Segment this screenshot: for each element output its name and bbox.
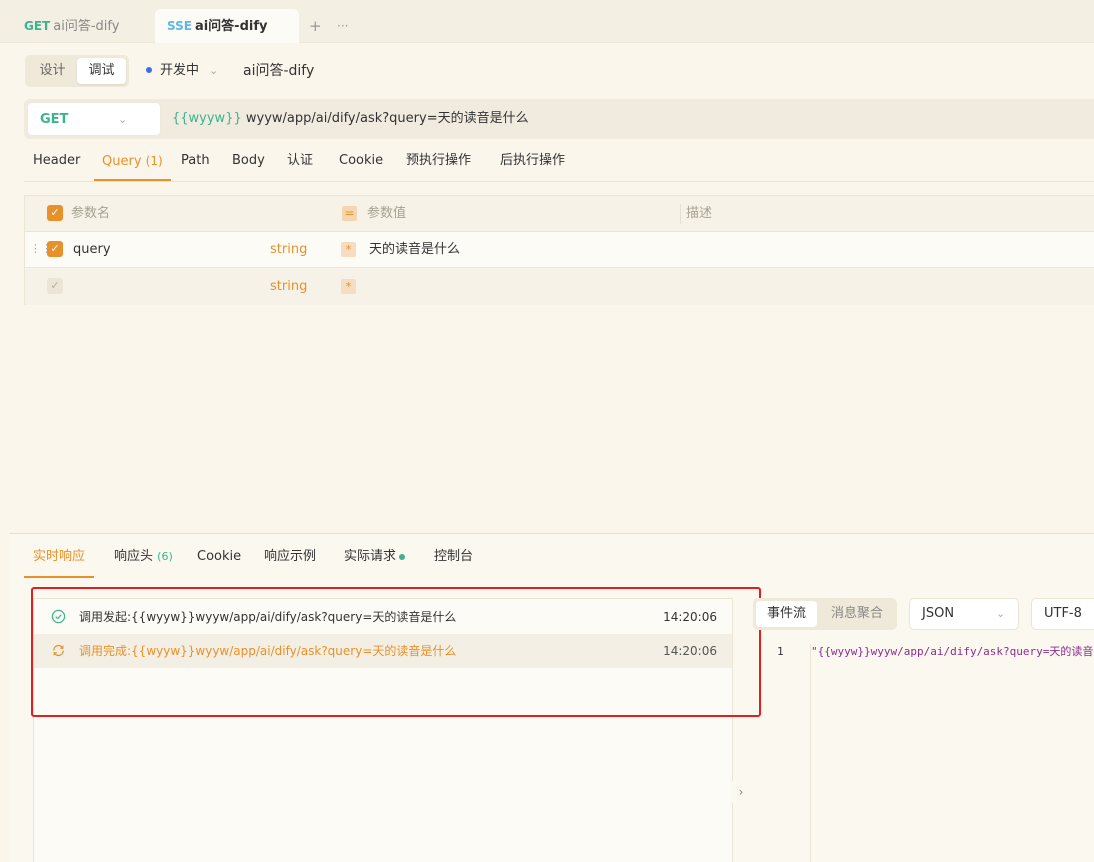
encoding-label: UTF-8	[1044, 606, 1082, 621]
tab-auth[interactable]: 认证	[287, 144, 313, 181]
query-params-table: ✓ 参数名 = 参数值 描述 ⋮⋮ ✓ query string * 天的读音是…	[24, 195, 1094, 305]
col-header-name: 参数名	[71, 206, 111, 221]
col-header-value: 参数值	[367, 206, 407, 221]
tab-actual-request[interactable]: 实际请求	[344, 540, 406, 578]
row-checkbox[interactable]: ✓	[47, 241, 63, 257]
url-path: wyyw/app/ai/dify/ask?query=天的读音是什么	[241, 111, 529, 126]
chevron-down-icon: ⌄	[996, 607, 1006, 620]
code-viewer[interactable]: 1 "{{wyyw}}wyyw/app/ai/dify/ask?query=天的…	[753, 639, 1094, 862]
url-variable: {{wyyw}}	[172, 111, 242, 126]
method-label: GET	[40, 112, 69, 127]
tab-realtime-response[interactable]: 实时响应	[24, 540, 95, 578]
request-tabs: Header Query (1) Path Body 认证 Cookie 预执行…	[24, 144, 1094, 182]
tab-method-label: GET	[24, 19, 51, 33]
status-dropdown[interactable]: 开发中 ⌄	[146, 62, 218, 80]
tab-name-label: ai问答-dify	[53, 19, 120, 34]
url-bar: GET ⌄ {{wyyw}} wyyw/app/ai/dify/ask?quer…	[24, 99, 1094, 139]
chevron-down-icon: ⌄	[209, 64, 219, 77]
bulk-edit-icon[interactable]: =	[342, 206, 357, 221]
required-marker[interactable]: *	[341, 242, 356, 257]
api-name[interactable]: ai问答-dify	[243, 62, 314, 80]
more-tabs-icon[interactable]: ···	[337, 16, 348, 36]
tab-response-headers-count: (6)	[157, 550, 173, 563]
select-all-checkbox[interactable]: ✓	[47, 205, 63, 221]
tab-sse-ai-dify[interactable]: SSE ai问答-dify	[155, 9, 299, 43]
design-mode-button[interactable]: 设计	[29, 58, 76, 84]
tab-path[interactable]: Path	[181, 144, 210, 181]
required-marker[interactable]: *	[341, 279, 356, 294]
add-tab-icon[interactable]: +	[309, 16, 322, 36]
debug-mode-button[interactable]: 调试	[77, 58, 126, 84]
highlight-annotation-box	[31, 587, 761, 717]
format-select[interactable]: JSON ⌄	[909, 598, 1019, 630]
tab-name-label: ai问答-dify	[194, 19, 268, 34]
param-value-field[interactable]: 天的读音是什么	[369, 242, 460, 258]
tab-console[interactable]: 控制台	[434, 540, 473, 578]
tab-query-count: (1)	[145, 154, 163, 168]
request-tab-bar: GET ai问答-dify SSE ai问答-dify + ···	[0, 0, 1094, 43]
tab-get-ai-dify[interactable]: GET ai问答-dify	[0, 9, 150, 43]
col-header-desc: 描述	[686, 206, 713, 221]
table-header-row: ✓ 参数名 = 参数值 描述	[25, 196, 1094, 232]
status-label: 开发中	[160, 63, 200, 78]
chevron-right-icon[interactable]: ›	[731, 781, 751, 803]
event-stream-button[interactable]: 事件流	[756, 601, 817, 627]
param-type-select[interactable]: string	[270, 242, 307, 258]
line-number: 1	[777, 645, 784, 658]
view-mode-switch: 事件流 消息聚合	[753, 598, 897, 630]
tab-response-example[interactable]: 响应示例	[264, 540, 316, 578]
mode-switch: 设计 调试	[25, 55, 129, 87]
message-aggregate-button[interactable]: 消息聚合	[821, 601, 893, 627]
code-text: "{{wyyw}}wyyw/app/ai/dify/ask?query=天的读音…	[811, 645, 1094, 658]
tab-post-script[interactable]: 后执行操作	[500, 144, 565, 181]
tab-response-headers-label: 响应头	[114, 549, 154, 564]
tab-cookie[interactable]: Cookie	[339, 144, 383, 181]
response-tabs: 实时响应 响应头 (6) Cookie 响应示例 实际请求 控制台	[24, 540, 1094, 578]
tab-body[interactable]: Body	[232, 144, 265, 181]
tab-pre-script[interactable]: 预执行操作	[406, 144, 471, 181]
tab-query-label: Query	[102, 154, 142, 169]
column-divider[interactable]	[680, 204, 681, 224]
code-line: "{{wyyw}}wyyw/app/ai/dify/ask?query=天的读音…	[810, 644, 1094, 862]
tab-actual-request-label: 实际请求	[344, 549, 397, 564]
tab-response-cookie[interactable]: Cookie	[197, 540, 241, 578]
tab-header[interactable]: Header	[33, 144, 80, 181]
url-input[interactable]: {{wyyw}} wyyw/app/ai/dify/ask?query=天的读音…	[172, 110, 529, 128]
tab-query[interactable]: Query (1)	[94, 144, 171, 181]
format-label: JSON	[922, 606, 955, 621]
live-dot-icon	[399, 553, 406, 560]
tab-method-label: SSE	[167, 19, 192, 33]
table-row: ⋮⋮ ✓ query string * 天的读音是什么	[25, 232, 1094, 268]
status-dot-icon	[146, 66, 152, 73]
tab-response-headers[interactable]: 响应头 (6)	[114, 540, 173, 578]
table-row: ✓ string *	[25, 269, 1094, 305]
row-checkbox[interactable]: ✓	[47, 278, 63, 294]
method-select[interactable]: GET ⌄	[27, 102, 161, 136]
param-name-field[interactable]: query	[73, 242, 111, 258]
encoding-select[interactable]: UTF-8	[1031, 598, 1094, 630]
chevron-down-icon: ⌄	[118, 113, 128, 126]
param-type-select[interactable]: string	[270, 279, 307, 295]
